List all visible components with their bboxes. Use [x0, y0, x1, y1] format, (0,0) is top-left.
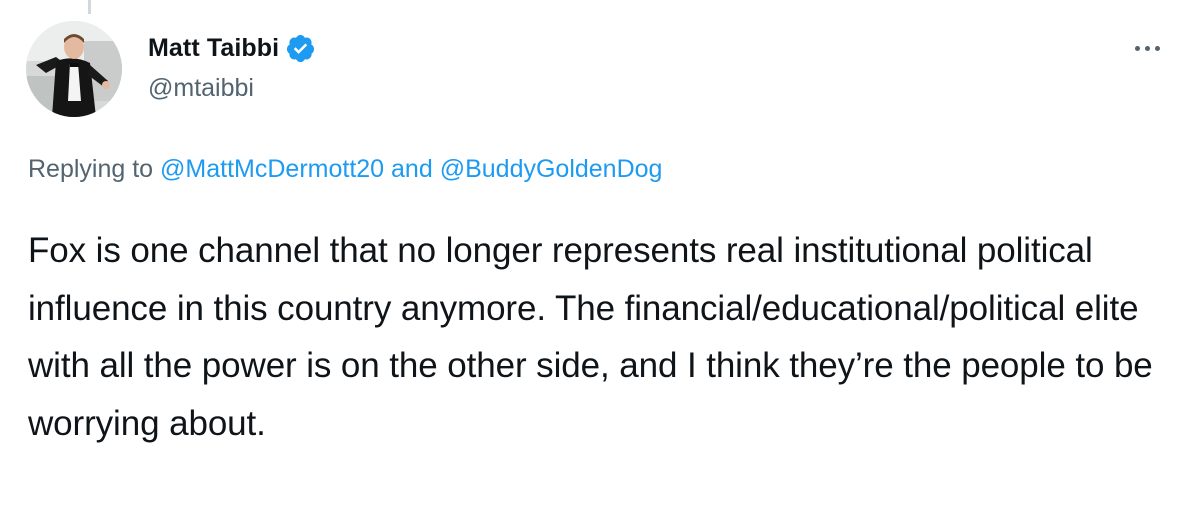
more-dot	[1154, 45, 1160, 51]
more-dot	[1144, 45, 1150, 51]
reply-mention-1[interactable]: @MattMcDermott20	[160, 155, 384, 183]
author-name-row: Matt Taibbi	[148, 30, 316, 66]
reply-mention-2[interactable]: @BuddyGoldenDog	[440, 155, 663, 183]
tweet-text: Fox is one channel that no longer repres…	[28, 231, 1153, 443]
reply-joiner[interactable]: and	[391, 155, 433, 183]
more-dot	[1134, 45, 1140, 51]
avatar-photo	[26, 21, 122, 117]
more-options-icon[interactable]	[1130, 36, 1164, 60]
author-display-name[interactable]: Matt Taibbi	[148, 34, 279, 63]
reply-context: Replying to @MattMcDermott20 and @BuddyG…	[28, 155, 662, 184]
author-handle[interactable]: @mtaibbi	[148, 74, 254, 103]
tweet: Matt Taibbi @mtaibbi Replying to @MattMc…	[0, 0, 1190, 522]
avatar[interactable]	[26, 21, 122, 117]
reply-prefix: Replying to	[28, 155, 154, 183]
verified-badge-icon	[287, 34, 315, 62]
